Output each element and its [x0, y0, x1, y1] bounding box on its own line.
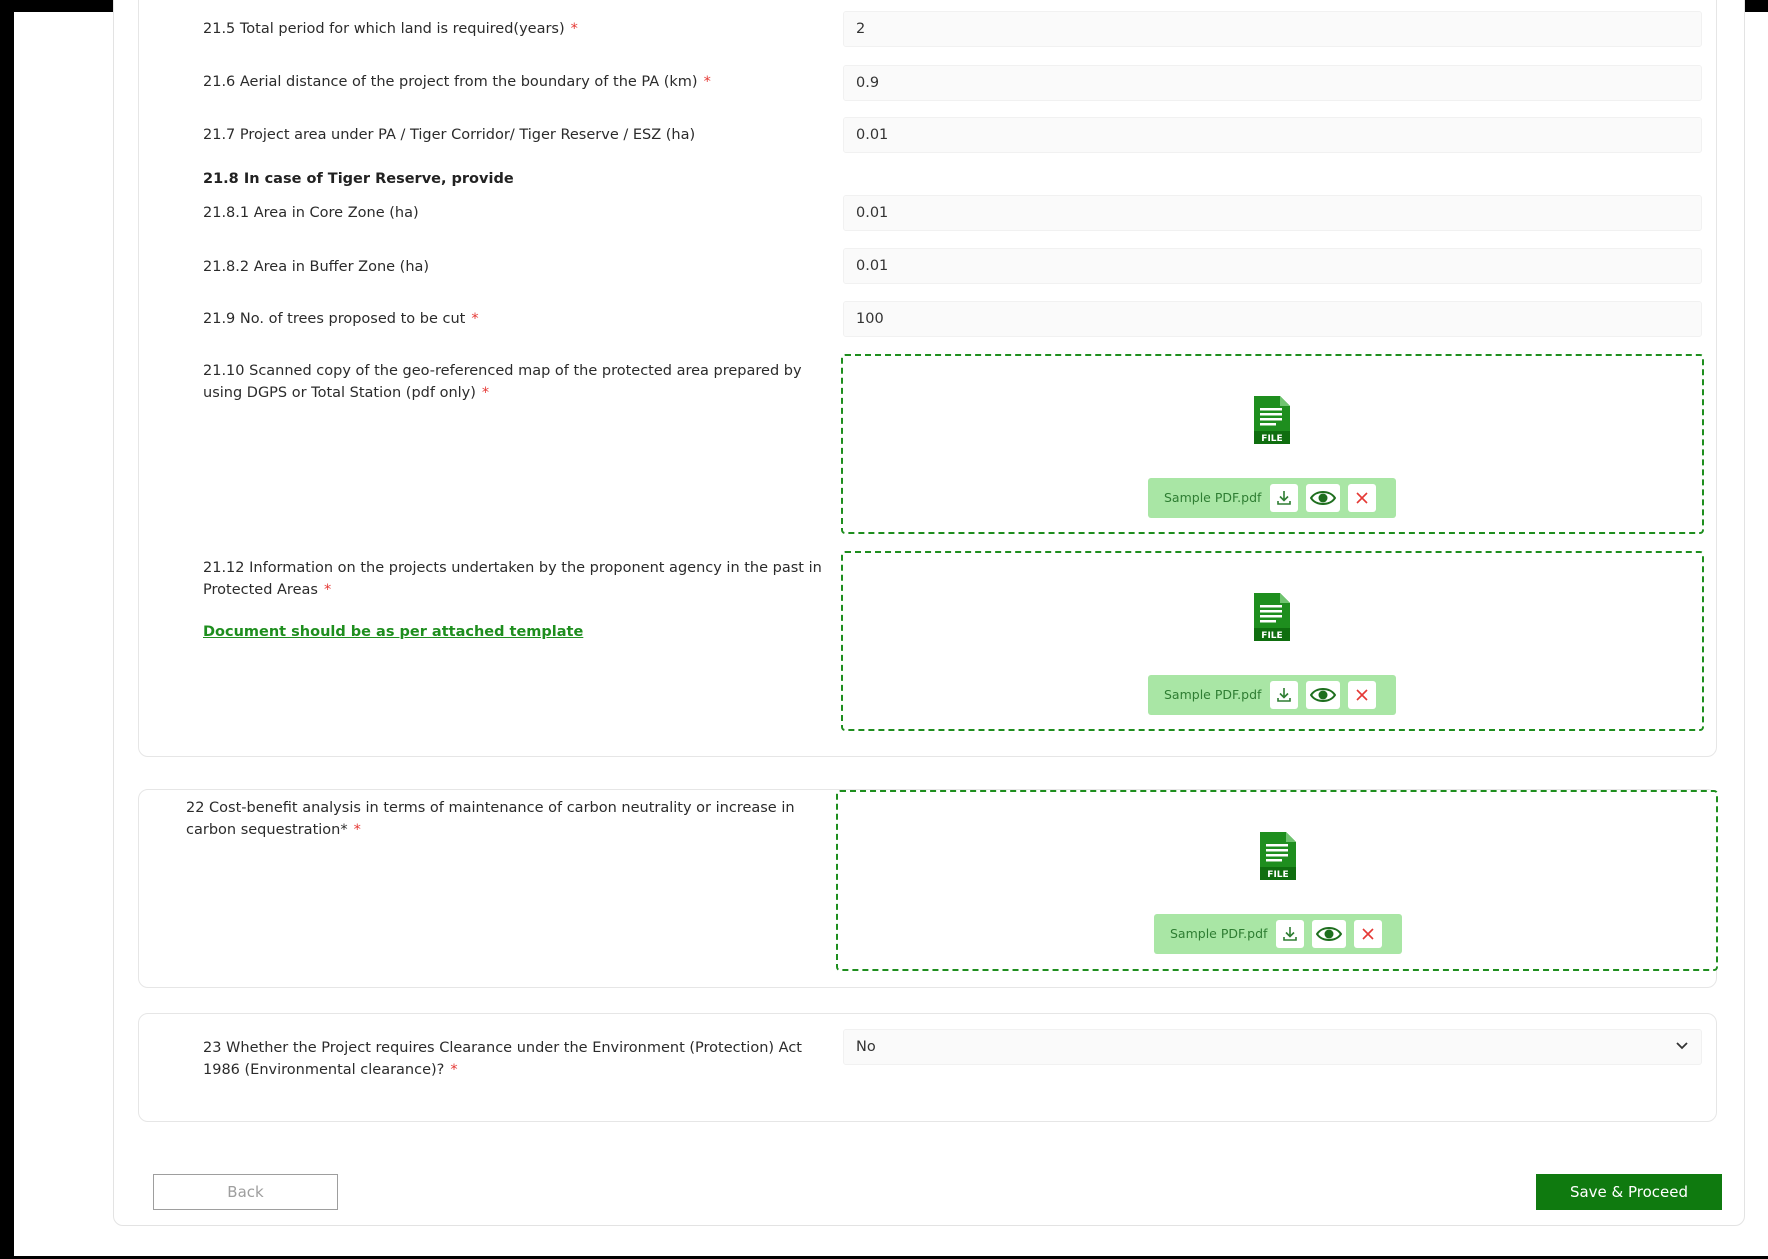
- download-button[interactable]: [1270, 484, 1298, 512]
- file-pdf-icon: FILE: [1254, 396, 1290, 444]
- remove-button[interactable]: [1354, 920, 1382, 948]
- close-icon: [1362, 928, 1374, 940]
- download-icon: [1277, 688, 1291, 702]
- label-21-9: 21.9 No. of trees proposed to be cut *: [203, 311, 479, 327]
- file-name: Sample PDF.pdf: [1164, 490, 1262, 505]
- file-name: Sample PDF.pdf: [1164, 687, 1262, 702]
- required-mark: *: [471, 311, 479, 327]
- edge-mark: [0, 24, 10, 44]
- view-button[interactable]: [1306, 484, 1340, 512]
- label-21-7: 21.7 Project area under PA / Tiger Corri…: [203, 127, 696, 143]
- uploaded-file-chip: Sample PDF.pdf: [1148, 478, 1396, 518]
- svg-text:FILE: FILE: [1261, 434, 1282, 444]
- required-mark: *: [353, 822, 361, 838]
- input-21-6[interactable]: 0.9: [843, 65, 1702, 101]
- label-21-8-1: 21.8.1 Area in Core Zone (ha): [203, 205, 419, 221]
- svg-text:FILE: FILE: [1267, 870, 1288, 880]
- chevron-down-icon: [1676, 1042, 1688, 1050]
- label-21-6: 21.6 Aerial distance of the project from…: [203, 74, 711, 90]
- back-button[interactable]: Back: [153, 1174, 338, 1210]
- save-proceed-button[interactable]: Save & Proceed: [1536, 1174, 1722, 1210]
- svg-text:FILE: FILE: [1261, 631, 1282, 641]
- label-21-10: 21.10 Scanned copy of the geo-referenced…: [203, 363, 802, 401]
- input-21-8-1[interactable]: 0.01: [843, 195, 1702, 231]
- required-mark: *: [570, 21, 578, 37]
- eye-icon: [1310, 491, 1336, 505]
- upload-area-21-12[interactable]: FILE Sample PDF.pdf: [841, 551, 1704, 731]
- download-icon: [1277, 491, 1291, 505]
- selected-value: No: [856, 1039, 876, 1055]
- download-button[interactable]: [1270, 681, 1298, 709]
- download-button[interactable]: [1276, 920, 1304, 948]
- file-name: Sample PDF.pdf: [1170, 926, 1268, 941]
- file-pdf-icon: FILE: [1254, 593, 1290, 641]
- required-mark: *: [450, 1062, 458, 1078]
- label-21-8: 21.8 In case of Tiger Reserve, provide: [203, 171, 514, 187]
- label-21-8-2: 21.8.2 Area in Buffer Zone (ha): [203, 259, 430, 275]
- download-icon: [1283, 927, 1297, 941]
- view-button[interactable]: [1312, 920, 1346, 948]
- remove-button[interactable]: [1348, 484, 1376, 512]
- input-21-7[interactable]: 0.01: [843, 117, 1702, 153]
- remove-button[interactable]: [1348, 681, 1376, 709]
- view-button[interactable]: [1306, 681, 1340, 709]
- close-icon: [1356, 492, 1368, 504]
- uploaded-file-chip: Sample PDF.pdf: [1148, 675, 1396, 715]
- file-pdf-icon: FILE: [1260, 832, 1296, 880]
- label-22: 22 Cost-benefit analysis in terms of mai…: [186, 800, 795, 838]
- upload-area-22[interactable]: FILE Sample PDF.pdf: [836, 790, 1718, 971]
- template-link[interactable]: Document should be as per attached templ…: [203, 624, 583, 640]
- label-21-5: 21.5 Total period for which land is requ…: [203, 21, 578, 37]
- input-21-8-2[interactable]: 0.01: [843, 248, 1702, 284]
- label-23: 23 Whether the Project requires Clearanc…: [203, 1040, 802, 1078]
- required-mark: *: [481, 385, 490, 401]
- required-mark: *: [703, 74, 711, 90]
- input-21-9[interactable]: 100: [843, 301, 1702, 337]
- uploaded-file-chip: Sample PDF.pdf: [1154, 914, 1402, 954]
- label-21-12: 21.12 Information on the projects undert…: [203, 560, 822, 598]
- eye-icon: [1310, 688, 1336, 702]
- upload-area-21-10[interactable]: FILE Sample PDF.pdf: [841, 354, 1704, 534]
- select-23-environmental-clearance[interactable]: No: [843, 1029, 1702, 1065]
- input-21-5[interactable]: 2: [843, 11, 1702, 47]
- required-mark: *: [323, 582, 332, 598]
- eye-icon: [1316, 927, 1342, 941]
- close-icon: [1356, 689, 1368, 701]
